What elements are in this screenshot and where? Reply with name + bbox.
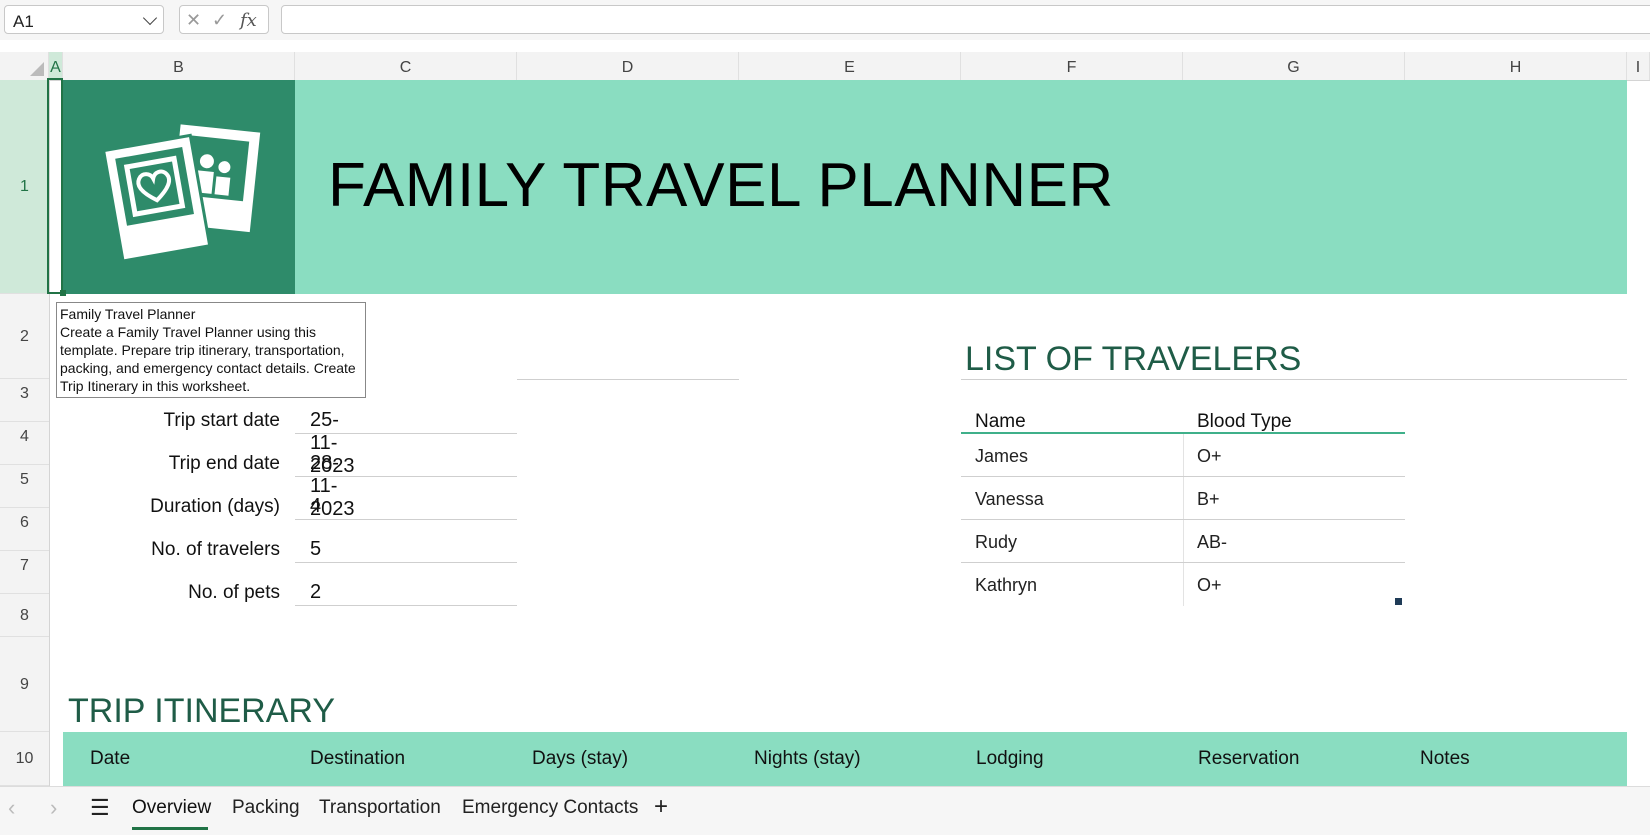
itinerary-header-lodging: Lodging [976, 748, 1044, 769]
travelers-heading: LIST OF TRAVELERS [965, 340, 1302, 378]
function-icon[interactable]: fx [240, 10, 257, 31]
traveler-name[interactable]: Rudy [975, 532, 1017, 553]
tooltip-title: Family Travel Planner [60, 306, 196, 322]
itinerary-header-days: Days (stay) [532, 748, 629, 769]
check-icon[interactable]: ✓ [212, 10, 227, 31]
name-box[interactable]: A1 [4, 5, 164, 34]
scroll-left-icon[interactable]: ‹ [8, 795, 15, 821]
column-header-a[interactable]: A [49, 52, 63, 80]
traveler-name[interactable]: James [975, 446, 1028, 467]
divider [961, 379, 1627, 380]
itinerary-header-destination: Destination [310, 748, 406, 769]
fill-handle[interactable] [60, 290, 66, 296]
row-header-2[interactable]: 2 [0, 294, 49, 379]
page-title: FAMILY TRAVEL PLANNER [328, 151, 1114, 220]
add-sheet-icon[interactable]: + [654, 793, 668, 821]
duration-label: Duration (days) [150, 496, 280, 517]
trip-start-label: Trip start date [163, 410, 280, 431]
row-header-9[interactable]: 9 [0, 637, 49, 732]
travelers-count-value[interactable]: 5 [310, 538, 321, 561]
pets-count-label: No. of pets [188, 582, 280, 603]
column-header-e[interactable]: E [739, 52, 961, 80]
divider [295, 562, 517, 563]
select-all-icon [30, 62, 44, 76]
divider [295, 605, 517, 606]
row-header-1[interactable]: 1 [0, 80, 49, 294]
divider [961, 476, 1405, 477]
all-sheets-menu-icon[interactable]: ☰ [90, 795, 110, 821]
tooltip-line: Create a Family Travel Planner using thi… [60, 324, 316, 340]
traveler-blood[interactable]: B+ [1197, 489, 1220, 510]
row-header-10[interactable]: 10 [0, 732, 49, 786]
travelers-header-blood: Blood Type [1197, 411, 1292, 432]
tooltip-line: packing, and emergency contact details. … [60, 360, 356, 376]
travelers-header-name: Name [975, 411, 1026, 432]
cell-input-message: Family Travel Planner Create a Family Tr… [56, 302, 366, 398]
itinerary-header-nights: Nights (stay) [754, 748, 861, 769]
sheet-tab-packing[interactable]: Packing [232, 797, 300, 819]
sheet-tab-emergency-contacts[interactable]: Emergency Contacts [462, 797, 638, 819]
trip-end-label: Trip end date [168, 453, 280, 474]
itinerary-header-date: Date [90, 748, 131, 769]
column-header-bar: A B C D E F G H I [0, 52, 1650, 81]
column-header-f[interactable]: F [961, 52, 1183, 80]
name-box-value: A1 [13, 12, 34, 31]
itinerary-heading: TRIP ITINERARY [68, 692, 336, 730]
select-all-corner[interactable] [0, 52, 49, 80]
scroll-right-icon[interactable]: › [50, 795, 57, 821]
traveler-blood[interactable]: O+ [1197, 575, 1222, 596]
cancel-icon[interactable]: ✕ [186, 10, 201, 31]
formula-input[interactable] [281, 5, 1650, 34]
traveler-name[interactable]: Kathryn [975, 575, 1037, 596]
photos-icon [101, 124, 261, 263]
active-tab-indicator [132, 827, 208, 830]
travelers-count-label: No. of travelers [151, 539, 280, 560]
chevron-down-icon[interactable] [142, 10, 158, 26]
tooltip-line: Trip Itinerary in this worksheet. [60, 378, 251, 394]
divider [517, 379, 739, 380]
column-header-b[interactable]: B [63, 52, 295, 80]
duration-value[interactable]: 4 [310, 495, 321, 518]
table-divider [1183, 434, 1184, 606]
column-header-d[interactable]: D [517, 52, 739, 80]
traveler-blood[interactable]: O+ [1197, 446, 1222, 467]
traveler-name[interactable]: Vanessa [975, 489, 1044, 510]
column-header-i[interactable]: I [1627, 52, 1650, 80]
sheet-tab-transportation[interactable]: Transportation [319, 797, 441, 819]
selected-cell-a1[interactable] [47, 78, 63, 294]
traveler-blood[interactable]: AB- [1197, 532, 1227, 553]
divider [295, 519, 517, 520]
divider [295, 433, 517, 434]
column-header-h[interactable]: H [1405, 52, 1627, 80]
divider [295, 476, 517, 477]
itinerary-header-notes: Notes [1420, 748, 1470, 769]
sheet-tab-overview[interactable]: Overview [132, 797, 211, 819]
sheet-tab-bar: ‹ › ☰ Overview Packing Transportation Em… [0, 786, 1650, 835]
column-header-g[interactable]: G [1183, 52, 1405, 80]
tooltip-line: template. Prepare trip itinerary, transp… [60, 342, 345, 358]
itinerary-header-row: Date Destination Days (stay) Nights (sta… [63, 732, 1627, 786]
column-header-c[interactable]: C [295, 52, 517, 80]
itinerary-header-reservation: Reservation [1198, 748, 1300, 769]
row-header-bar: 1 2 3 4 5 6 7 8 9 10 [0, 80, 50, 786]
logo-panel [63, 80, 295, 294]
divider [961, 519, 1405, 520]
table-resize-handle[interactable] [1395, 598, 1402, 605]
pets-count-value[interactable]: 2 [310, 581, 321, 604]
formula-buttons: ✕ ✓ fx [179, 5, 269, 34]
divider [961, 562, 1405, 563]
